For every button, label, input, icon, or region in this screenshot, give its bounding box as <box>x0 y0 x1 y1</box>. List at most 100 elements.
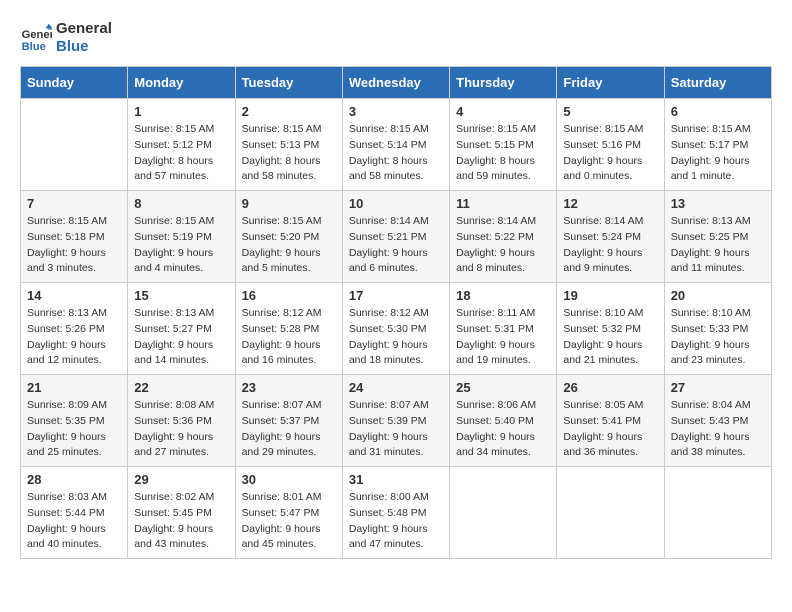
day-number: 7 <box>27 196 121 211</box>
week-row-3: 14Sunrise: 8:13 AMSunset: 5:26 PMDayligh… <box>21 283 772 375</box>
day-number: 2 <box>242 104 336 119</box>
day-info: Sunrise: 8:14 AMSunset: 5:22 PMDaylight:… <box>456 214 550 277</box>
week-row-1: 1 Sunrise: 8:15 AMSunset: 5:12 PMDaylight… <box>21 99 772 191</box>
table-cell: 8 Sunrise: 8:15 AMSunset: 5:19 PMDaylight… <box>128 191 235 283</box>
table-cell: 19 Sunrise: 8:10 AMSunset: 5:32 PMDayligh… <box>557 283 664 375</box>
table-cell: 28 Sunrise: 8:03 AMSunset: 5:44 PMDayligh… <box>21 467 128 559</box>
table-cell: 31 Sunrise: 8:00 AMSunset: 5:48 PMDayligh… <box>342 467 449 559</box>
day-number: 6 <box>671 104 765 119</box>
header-tuesday: Tuesday <box>235 67 342 99</box>
day-number: 24 <box>349 380 443 395</box>
table-cell: 4 Sunrise: 8:15 AMSunset: 5:15 PMDaylight… <box>450 99 557 191</box>
table-cell: 25 Sunrise: 8:06 AMSunset: 5:40 PMDayligh… <box>450 375 557 467</box>
table-cell <box>450 467 557 559</box>
logo: General Blue General Blue <box>20 20 112 56</box>
header-monday: Monday <box>128 67 235 99</box>
day-info: Sunrise: 8:13 AMSunset: 5:27 PMDaylight:… <box>134 306 228 369</box>
table-cell <box>664 467 771 559</box>
header-row: SundayMondayTuesdayWednesdayThursdayFrid… <box>21 67 772 99</box>
header-saturday: Saturday <box>664 67 771 99</box>
day-number: 17 <box>349 288 443 303</box>
day-number: 8 <box>134 196 228 211</box>
day-info: Sunrise: 8:12 AMSunset: 5:30 PMDaylight:… <box>349 306 443 369</box>
day-info: Sunrise: 8:15 AMSunset: 5:12 PMDaylight:… <box>134 122 228 185</box>
table-cell: 2 Sunrise: 8:15 AMSunset: 5:13 PMDaylight… <box>235 99 342 191</box>
day-number: 10 <box>349 196 443 211</box>
day-number: 28 <box>27 472 121 487</box>
table-cell <box>557 467 664 559</box>
table-cell: 7 Sunrise: 8:15 AMSunset: 5:18 PMDaylight… <box>21 191 128 283</box>
logo-icon: General Blue <box>20 22 52 54</box>
header-thursday: Thursday <box>450 67 557 99</box>
day-info: Sunrise: 8:15 AMSunset: 5:14 PMDaylight:… <box>349 122 443 185</box>
day-number: 4 <box>456 104 550 119</box>
calendar-table: SundayMondayTuesdayWednesdayThursdayFrid… <box>20 66 772 559</box>
day-number: 18 <box>456 288 550 303</box>
table-cell: 26 Sunrise: 8:05 AMSunset: 5:41 PMDayligh… <box>557 375 664 467</box>
day-info: Sunrise: 8:15 AMSunset: 5:17 PMDaylight:… <box>671 122 765 185</box>
table-cell: 22Sunrise: 8:08 AMSunset: 5:36 PMDayligh… <box>128 375 235 467</box>
day-info: Sunrise: 8:04 AMSunset: 5:43 PMDaylight:… <box>671 398 765 461</box>
day-number: 30 <box>242 472 336 487</box>
table-cell: 17 Sunrise: 8:12 AMSunset: 5:30 PMDayligh… <box>342 283 449 375</box>
day-number: 22 <box>134 380 228 395</box>
table-cell: 6 Sunrise: 8:15 AMSunset: 5:17 PMDaylight… <box>664 99 771 191</box>
day-number: 19 <box>563 288 657 303</box>
day-info: Sunrise: 8:05 AMSunset: 5:41 PMDaylight:… <box>563 398 657 461</box>
table-cell: 9 Sunrise: 8:15 AMSunset: 5:20 PMDaylight… <box>235 191 342 283</box>
day-number: 15 <box>134 288 228 303</box>
day-number: 1 <box>134 104 228 119</box>
header-sunday: Sunday <box>21 67 128 99</box>
day-info: Sunrise: 8:01 AMSunset: 5:47 PMDaylight:… <box>242 490 336 553</box>
day-number: 23 <box>242 380 336 395</box>
table-cell: 21 Sunrise: 8:09 AMSunset: 5:35 PMDayligh… <box>21 375 128 467</box>
day-number: 9 <box>242 196 336 211</box>
day-info: Sunrise: 8:10 AMSunset: 5:32 PMDaylight:… <box>563 306 657 369</box>
day-number: 27 <box>671 380 765 395</box>
day-info: Sunrise: 8:15 AMSunset: 5:13 PMDaylight:… <box>242 122 336 185</box>
day-number: 29 <box>134 472 228 487</box>
table-cell: 10 Sunrise: 8:14 AMSunset: 5:21 PMDayligh… <box>342 191 449 283</box>
day-info: Sunrise: 8:14 AMSunset: 5:24 PMDaylight:… <box>563 214 657 277</box>
table-cell: 30 Sunrise: 8:01 AMSunset: 5:47 PMDayligh… <box>235 467 342 559</box>
day-info: Sunrise: 8:15 AMSunset: 5:18 PMDaylight:… <box>27 214 121 277</box>
table-cell: 24Sunrise: 8:07 AMSunset: 5:39 PMDayligh… <box>342 375 449 467</box>
day-number: 26 <box>563 380 657 395</box>
day-number: 5 <box>563 104 657 119</box>
day-number: 3 <box>349 104 443 119</box>
table-cell: 29 Sunrise: 8:02 AMSunset: 5:45 PMDayligh… <box>128 467 235 559</box>
day-number: 13 <box>671 196 765 211</box>
day-info: Sunrise: 8:03 AMSunset: 5:44 PMDaylight:… <box>27 490 121 553</box>
day-info: Sunrise: 8:15 AMSunset: 5:19 PMDaylight:… <box>134 214 228 277</box>
day-info: Sunrise: 8:12 AMSunset: 5:28 PMDaylight:… <box>242 306 336 369</box>
day-info: Sunrise: 8:14 AMSunset: 5:21 PMDaylight:… <box>349 214 443 277</box>
day-info: Sunrise: 8:00 AMSunset: 5:48 PMDaylight:… <box>349 490 443 553</box>
day-info: Sunrise: 8:13 AMSunset: 5:25 PMDaylight:… <box>671 214 765 277</box>
day-info: Sunrise: 8:15 AMSunset: 5:20 PMDaylight:… <box>242 214 336 277</box>
day-info: Sunrise: 8:09 AMSunset: 5:35 PMDaylight:… <box>27 398 121 461</box>
day-info: Sunrise: 8:06 AMSunset: 5:40 PMDaylight:… <box>456 398 550 461</box>
table-cell: 16 Sunrise: 8:12 AMSunset: 5:28 PMDayligh… <box>235 283 342 375</box>
table-cell: 15 Sunrise: 8:13 AMSunset: 5:27 PMDayligh… <box>128 283 235 375</box>
day-number: 11 <box>456 196 550 211</box>
table-cell <box>21 99 128 191</box>
table-cell: 13 Sunrise: 8:13 AMSunset: 5:25 PMDayligh… <box>664 191 771 283</box>
day-info: Sunrise: 8:07 AMSunset: 5:37 PMDaylight:… <box>242 398 336 461</box>
day-info: Sunrise: 8:15 AMSunset: 5:15 PMDaylight:… <box>456 122 550 185</box>
day-info: Sunrise: 8:02 AMSunset: 5:45 PMDaylight:… <box>134 490 228 553</box>
day-number: 16 <box>242 288 336 303</box>
week-row-2: 7 Sunrise: 8:15 AMSunset: 5:18 PMDaylight… <box>21 191 772 283</box>
table-cell: 20Sunrise: 8:10 AMSunset: 5:33 PMDayligh… <box>664 283 771 375</box>
day-number: 25 <box>456 380 550 395</box>
table-cell: 1 Sunrise: 8:15 AMSunset: 5:12 PMDaylight… <box>128 99 235 191</box>
day-info: Sunrise: 8:10 AMSunset: 5:33 PMDaylight:… <box>671 306 765 369</box>
day-info: Sunrise: 8:15 AMSunset: 5:16 PMDaylight:… <box>563 122 657 185</box>
table-cell: 18 Sunrise: 8:11 AMSunset: 5:31 PMDayligh… <box>450 283 557 375</box>
day-number: 31 <box>349 472 443 487</box>
page-header: General Blue General Blue <box>20 20 772 56</box>
table-cell: 3 Sunrise: 8:15 AMSunset: 5:14 PMDaylight… <box>342 99 449 191</box>
day-info: Sunrise: 8:11 AMSunset: 5:31 PMDaylight:… <box>456 306 550 369</box>
table-cell: 14Sunrise: 8:13 AMSunset: 5:26 PMDayligh… <box>21 283 128 375</box>
day-number: 21 <box>27 380 121 395</box>
header-wednesday: Wednesday <box>342 67 449 99</box>
